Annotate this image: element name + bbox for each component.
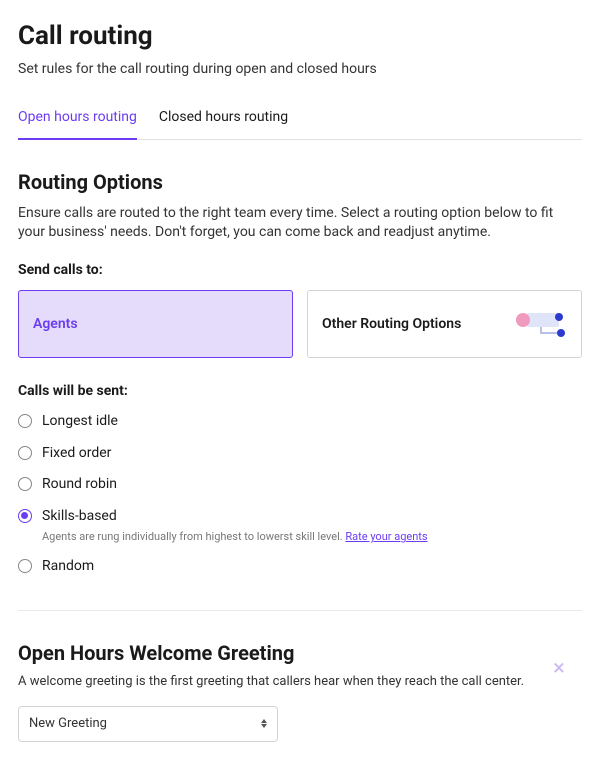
radio-skills-based-hint: Agents are rung individually from highes…	[42, 529, 428, 544]
routing-title: Routing Options	[18, 168, 582, 196]
radio-random[interactable]: Random	[18, 557, 582, 577]
radio-icon	[18, 509, 32, 523]
greeting-title: Open Hours Welcome Greeting	[18, 639, 582, 667]
tabs: Open hours routing Closed hours routing	[18, 98, 582, 140]
greeting-select[interactable]: New Greeting	[18, 706, 278, 742]
routing-desc: Ensure calls are routed to the right tea…	[18, 204, 582, 243]
sort-icon	[261, 719, 267, 728]
close-icon[interactable]: ×	[546, 656, 572, 682]
page-subtitle: Set rules for the call routing during op…	[18, 60, 582, 80]
radio-fixed-order-label: Fixed order	[42, 444, 111, 464]
radio-skills-based-hint-text: Agents are rung individually from highes…	[42, 530, 343, 543]
radio-random-label: Random	[42, 557, 94, 577]
calls-sent-label: Calls will be sent:	[18, 382, 582, 402]
routing-section: Routing Options Ensure calls are routed …	[18, 168, 582, 577]
card-agents-label: Agents	[33, 315, 78, 335]
radio-icon	[18, 477, 32, 491]
radio-skills-based[interactable]: Skills-based Agents are rung individuall…	[18, 507, 582, 545]
tab-open-hours[interactable]: Open hours routing	[18, 98, 137, 140]
radio-longest-idle-label: Longest idle	[42, 412, 118, 432]
rate-agents-link[interactable]: Rate your agents	[345, 530, 427, 543]
radio-round-robin-label: Round robin	[42, 475, 117, 495]
card-other-routing[interactable]: Other Routing Options	[307, 290, 582, 358]
card-agents[interactable]: Agents	[18, 290, 293, 358]
routing-illustration-icon	[511, 309, 567, 339]
radio-icon	[18, 446, 32, 460]
radio-round-robin[interactable]: Round robin	[18, 475, 582, 495]
tab-closed-hours[interactable]: Closed hours routing	[159, 98, 288, 140]
greeting-section: Open Hours Welcome Greeting A welcome gr…	[18, 639, 582, 741]
radio-fixed-order[interactable]: Fixed order	[18, 444, 582, 464]
card-other-routing-label: Other Routing Options	[322, 315, 461, 335]
calls-sent-radio-list: Longest idle Fixed order Round robin Ski…	[18, 412, 582, 576]
radio-skills-based-label: Skills-based	[42, 507, 428, 527]
greeting-desc: A welcome greeting is the first greeting…	[18, 673, 582, 691]
send-calls-label: Send calls to:	[18, 261, 582, 281]
radio-longest-idle[interactable]: Longest idle	[18, 412, 582, 432]
greeting-select-value: New Greeting	[29, 715, 107, 733]
send-calls-cards: Agents Other Routing Options	[18, 290, 582, 358]
page-title: Call routing	[18, 18, 582, 54]
radio-icon	[18, 414, 32, 428]
divider	[18, 610, 582, 611]
radio-icon	[18, 559, 32, 573]
